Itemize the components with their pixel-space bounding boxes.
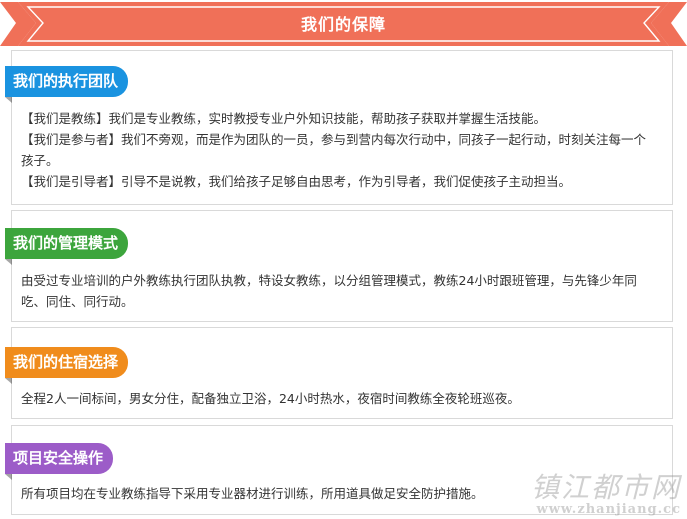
section-tag-execution-team: 我们的执行团队 [5,66,129,103]
section-management-mode: 我们的管理模式 由受过专业培训的户外教练执行团队执教，特设女教练，以分组管理模式… [5,210,673,322]
text-line: 由受过专业培训的户外教练执行团队执教，特设女教练，以分组管理模式，教练24小时跟… [21,273,637,309]
watermark: 镇江都市网 www.zhanjiang.cc [531,466,681,517]
text-line: 【我们是参与者】我们不旁观，而是作为团队的一员，参与到营内每次行动中，同孩子一起… [21,132,647,168]
section-body: 【我们是教练】我们是专业教练，实时教授专业户外知识技能，帮助孩子获取并掌握生活技… [21,108,658,192]
text-line: 全程2人一间标间，男女分住，配备独立卫浴，24小时热水，夜宿时间教练全夜轮班巡夜… [21,391,520,406]
section-tag-accommodation: 我们的住宿选择 [5,347,129,384]
section-body: 由受过专业培训的户外教练执行团队执教，特设女教练，以分组管理模式，教练24小时跟… [21,270,658,312]
section-accommodation: 我们的住宿选择 全程2人一间标间，男女分住，配备独立卫浴，24小时热水，夜宿时间… [5,327,673,419]
section-body: 全程2人一间标间，男女分住，配备独立卫浴，24小时热水，夜宿时间教练全夜轮班巡夜… [21,388,658,409]
section-execution-team: 我们的执行团队 【我们是教练】我们是专业教练，实时教授专业户外知识技能，帮助孩子… [5,50,673,205]
section-tag-safety-operations: 项目安全操作 [5,443,114,480]
header-banner: 我们的保障 [0,0,687,48]
text-line: 【我们是引导者】引导不是说教，我们给孩子足够自由思考，作为引导者，我们促使孩子主… [21,174,572,189]
watermark-url: www.zhanjiang.cc [536,502,681,517]
section-tag-management-mode: 我们的管理模式 [5,228,129,265]
text-line: 【我们是教练】我们是专业教练，实时教授专业户外知识技能，帮助孩子获取并掌握生活技… [21,111,547,126]
watermark-name: 镇江都市网 [530,471,681,504]
banner-title: 我们的保障 [300,15,386,34]
